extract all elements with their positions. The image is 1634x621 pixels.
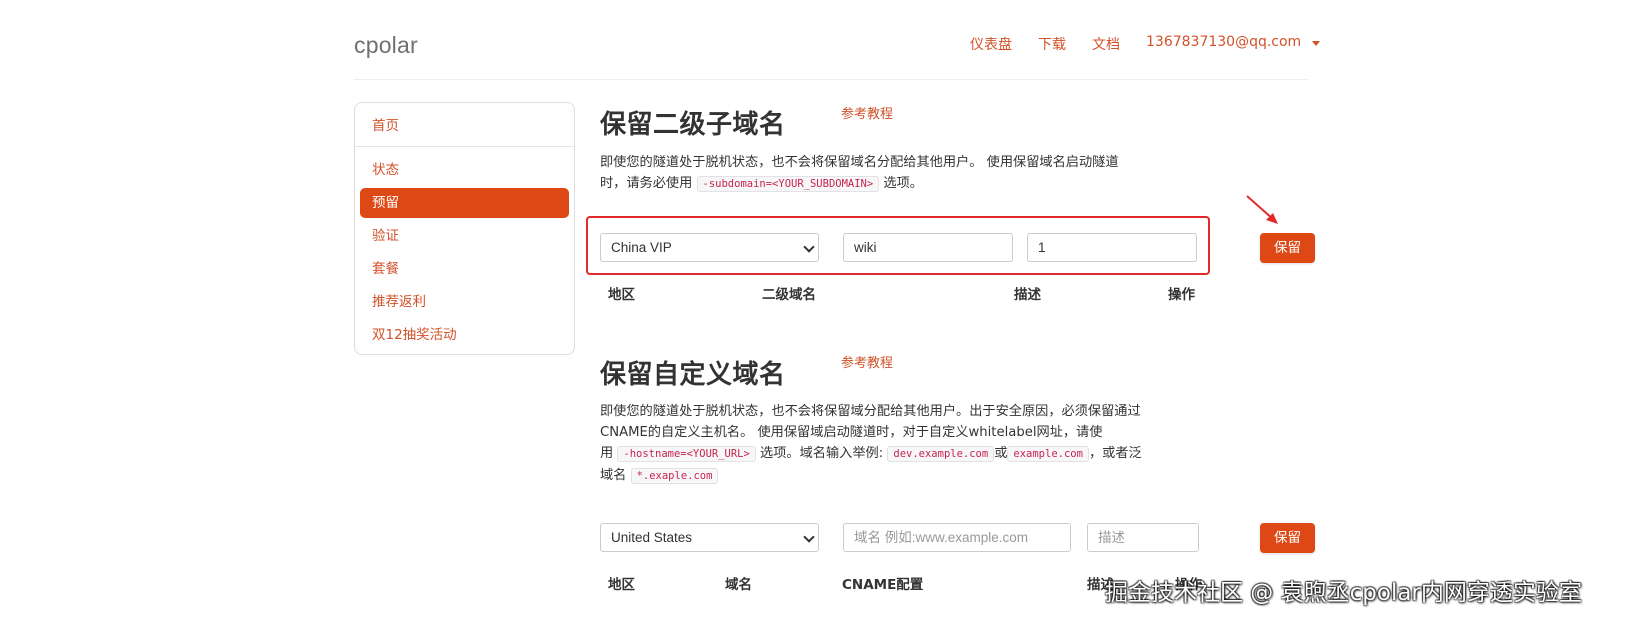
sidebar-item-reserve[interactable]: 预留 (360, 188, 569, 218)
chevron-down-icon (803, 241, 815, 253)
custom-desc-line3-mid: 选项。域名输入举例: (760, 446, 884, 461)
custom-desc-or: 或 (994, 446, 1008, 461)
col-description: 描述 (1014, 287, 1041, 303)
user-email: 1367837130@qq.com (1146, 34, 1302, 50)
sidebar-divider (355, 146, 574, 147)
custom-desc-line1: 即使您的隧道处于脱机状态，也不会将保留域分配给其他用户。出于安全原因，必须保留通… (600, 404, 1141, 419)
wildcard-code: *.exaple.com (630, 468, 719, 484)
subdomain-save-button[interactable]: 保留 (1260, 233, 1315, 263)
cpolar-logo[interactable]: cpolar (354, 32, 418, 59)
sidebar-item-plan[interactable]: 套餐 (355, 254, 574, 284)
custom-desc-line2: CNAME的自定义主机名。 使用保留域启动隧道时，对于自定义whitelabel… (600, 425, 1103, 440)
custom-domain-description: 即使您的隧道处于脱机状态，也不会将保留域分配给其他用户。出于安全原因，必须保留通… (600, 401, 1200, 487)
custom-description-placeholder: 描述 (1098, 530, 1125, 545)
subdomain-name-value: wiki (854, 240, 877, 255)
sidebar-item-event[interactable]: 双12抽奖活动 (355, 320, 574, 350)
nav-docs-link[interactable]: 文档 (1092, 34, 1120, 54)
subdomain-region-value: China VIP (611, 240, 672, 255)
custom-domain-placeholder: 域名 例如:www.example.com (854, 530, 1029, 545)
subdomain-tutorial-link[interactable]: 参考教程 (841, 103, 893, 122)
sidebar-item-referral[interactable]: 推荐返利 (355, 287, 574, 317)
header-divider (354, 79, 1308, 80)
sidebar-item-home[interactable]: 首页 (355, 111, 574, 141)
custom-domain-tutorial-link[interactable]: 参考教程 (841, 352, 893, 371)
subdomain-desc-line2-post: 选项。 (883, 176, 923, 191)
col-cname: CNAME配置 (842, 577, 924, 593)
subdomain-section-title: 保留二级子域名 (600, 110, 786, 140)
example-code-2: example.com (1007, 446, 1089, 462)
custom-domain-section-title: 保留自定义域名 (600, 360, 786, 390)
subdomain-description: 即使您的隧道处于脱机状态，也不会将保留域名分配给其他用户。 使用保留域名启动隧道… (600, 152, 1180, 195)
nav-download-link[interactable]: 下载 (1038, 34, 1066, 54)
sidebar-item-verify[interactable]: 验证 (355, 221, 574, 251)
top-nav: 仪表盘 下载 文档 1367837130@qq.com (970, 34, 1320, 54)
custom-region-select[interactable]: United States (600, 523, 819, 552)
subdomain-description-value: 1 (1038, 240, 1046, 255)
custom-desc-line3-post: ，或者泛 (1088, 446, 1142, 461)
red-arrow-annotation (1246, 195, 1278, 224)
watermark-text: 掘金技术社区 @ 袁煦丞cpolar内网穿透实验室 (1105, 580, 1582, 606)
custom-desc-line3-pre: 用 (600, 446, 614, 461)
custom-domain-input[interactable]: 域名 例如:www.example.com (843, 523, 1071, 552)
sidebar: 首页 状态 预留 验证 套餐 推荐返利 双12抽奖活动 (354, 102, 575, 355)
nav-dashboard-link[interactable]: 仪表盘 (970, 34, 1012, 54)
col-action: 操作 (1168, 287, 1195, 303)
sidebar-item-status[interactable]: 状态 (355, 155, 574, 185)
col-region-2: 地区 (608, 577, 635, 593)
subdomain-region-select[interactable]: China VIP (600, 233, 819, 262)
custom-domain-save-button[interactable]: 保留 (1260, 523, 1315, 553)
subdomain-name-input[interactable]: wiki (843, 233, 1013, 262)
subdomain-desc-line1: 即使您的隧道处于脱机状态，也不会将保留域名分配给其他用户。 使用保留域名启动隧道 (600, 155, 1119, 170)
caret-down-icon (1311, 41, 1320, 46)
example-code-1: dev.example.com (887, 446, 995, 462)
hostname-flag-code: -hostname=<YOUR_URL> (617, 446, 756, 462)
user-menu[interactable]: 1367837130@qq.com (1146, 34, 1320, 54)
col-domain: 域名 (725, 577, 752, 593)
chevron-down-icon (803, 531, 815, 543)
col-subdomain: 二级域名 (762, 287, 816, 303)
subdomain-flag-code: -subdomain=<YOUR_SUBDOMAIN> (696, 176, 880, 192)
custom-region-value: United States (611, 530, 693, 545)
custom-desc-line4-pre: 域名 (600, 468, 627, 483)
subdomain-description-input[interactable]: 1 (1027, 233, 1197, 262)
subdomain-desc-line2-pre: 时，请务必使用 (600, 176, 693, 191)
col-region: 地区 (608, 287, 635, 303)
custom-description-input[interactable]: 描述 (1087, 523, 1199, 552)
